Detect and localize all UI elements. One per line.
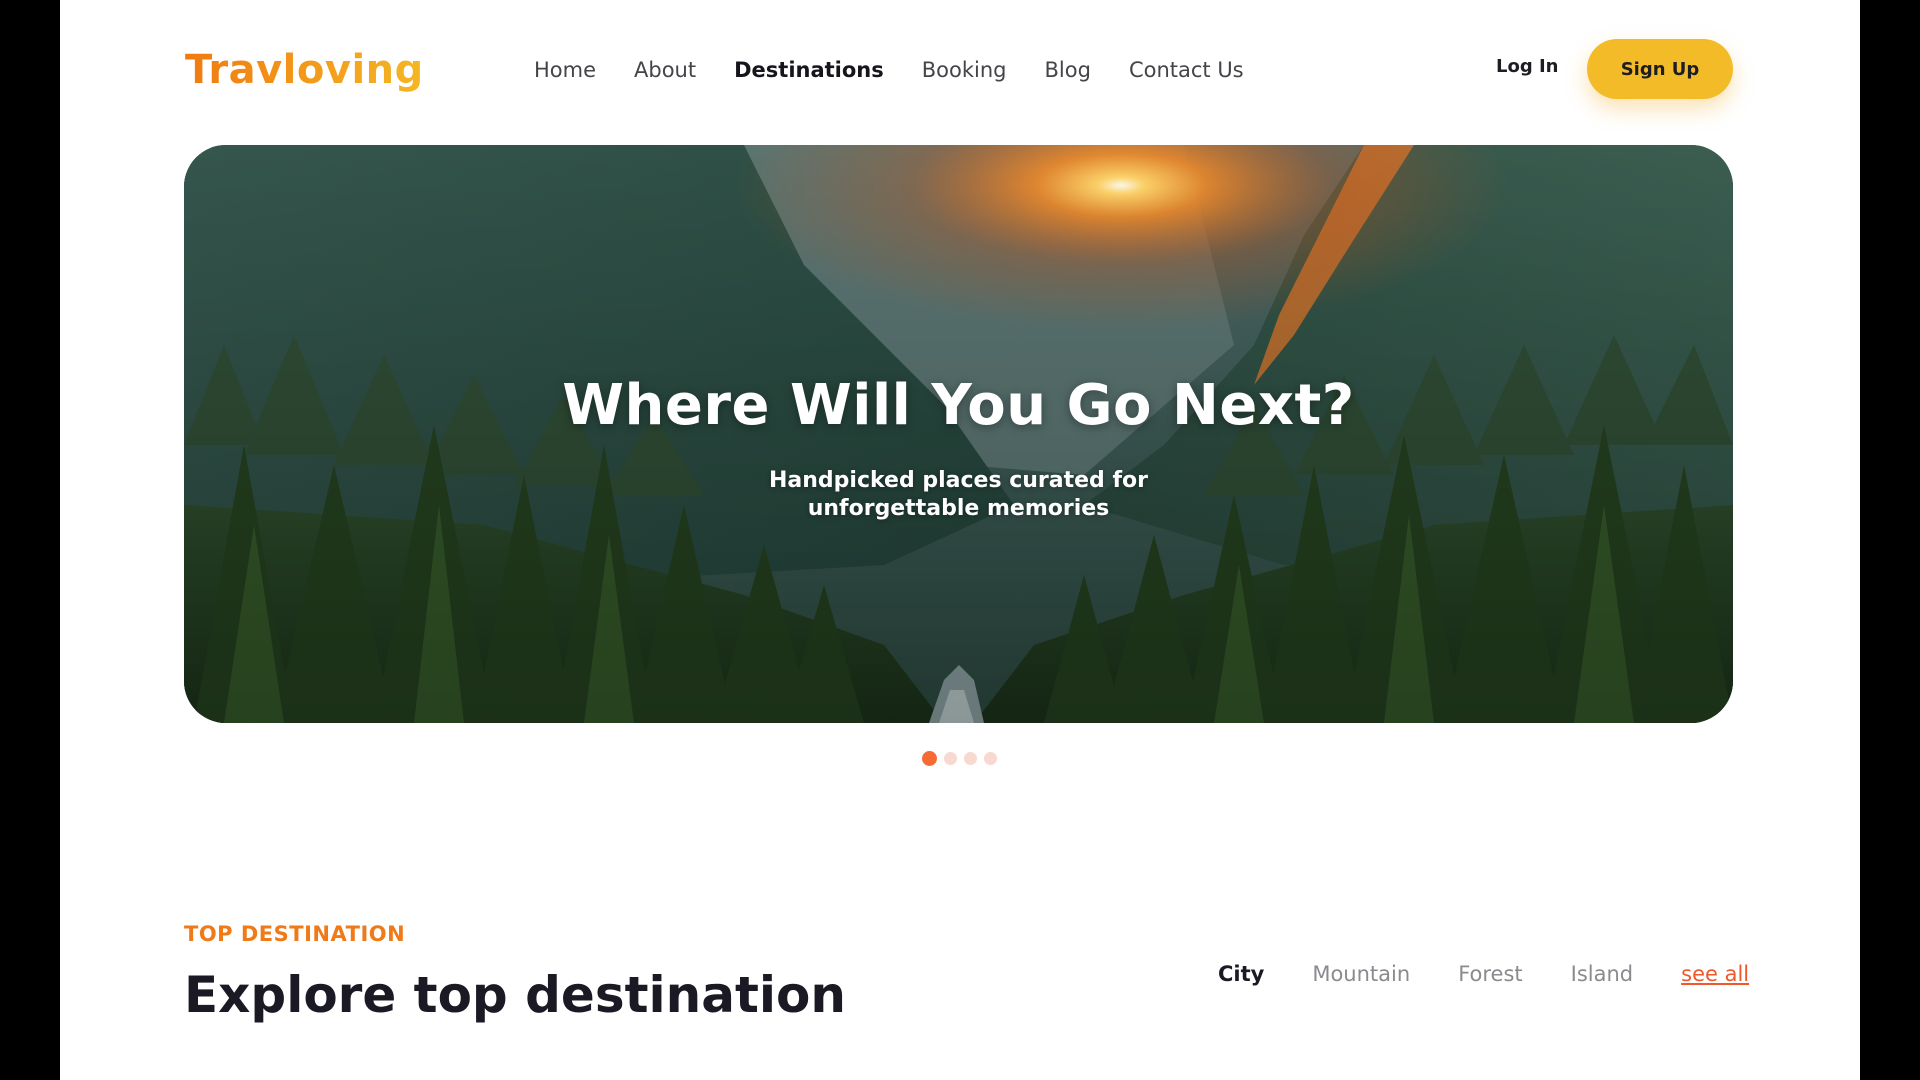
signup-button[interactable]: Sign Up: [1587, 39, 1733, 99]
see-all-link[interactable]: see all: [1681, 962, 1749, 986]
section-eyebrow: TOP DESTINATION: [184, 922, 406, 946]
nav-item-blog[interactable]: Blog: [1045, 58, 1091, 82]
hero-title: Where Will You Go Next?: [562, 373, 1355, 438]
carousel-dot-2[interactable]: [944, 752, 957, 765]
page-frame: Travloving Home About Destinations Booki…: [60, 0, 1860, 1080]
hero-banner: Where Will You Go Next? Handpicked place…: [184, 145, 1733, 723]
nav-item-booking[interactable]: Booking: [922, 58, 1007, 82]
carousel-dot-3[interactable]: [964, 752, 977, 765]
filter-city[interactable]: City: [1218, 962, 1264, 986]
nav-item-home[interactable]: Home: [534, 58, 596, 82]
destination-filters: City Mountain Forest Island see all: [1218, 962, 1749, 986]
nav-item-about[interactable]: About: [634, 58, 696, 82]
login-link[interactable]: Log In: [1496, 56, 1559, 77]
filter-mountain[interactable]: Mountain: [1312, 962, 1410, 986]
hero-subtitle: Handpicked places curated for unforgetta…: [769, 468, 1148, 521]
carousel-dot-4[interactable]: [984, 752, 997, 765]
main-nav: Home About Destinations Booking Blog Con…: [534, 52, 1282, 88]
filter-forest[interactable]: Forest: [1458, 962, 1522, 986]
section-title: Explore top destination: [184, 966, 846, 1024]
carousel-dots: [922, 751, 1004, 766]
nav-item-destinations[interactable]: Destinations: [734, 58, 884, 82]
filter-island[interactable]: Island: [1571, 962, 1633, 986]
carousel-dot-1[interactable]: [922, 751, 937, 766]
brand-logo[interactable]: Travloving: [185, 44, 424, 96]
nav-item-contact[interactable]: Contact Us: [1129, 58, 1244, 82]
